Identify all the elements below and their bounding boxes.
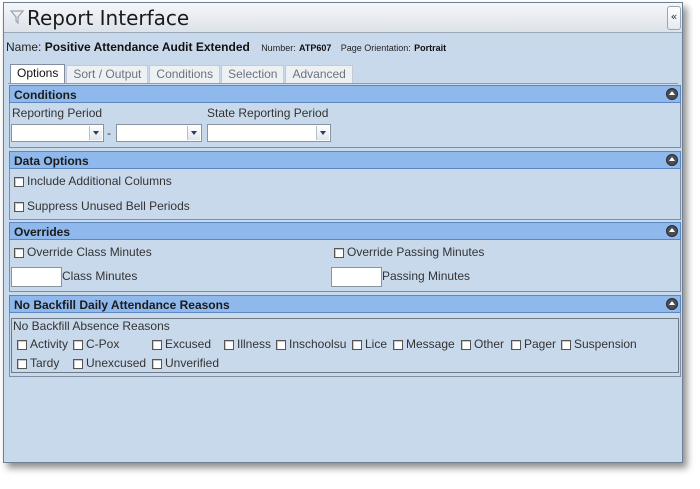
tab-divider — [8, 83, 678, 84]
chevron-down-icon — [316, 126, 329, 140]
reason-illness-checkbox[interactable] — [224, 340, 234, 350]
reporting-period-label: Reporting Period — [12, 106, 103, 120]
no-backfill-header[interactable]: No Backfill Daily Attendance Reasons — [9, 295, 681, 313]
window-title: Report Interface — [27, 6, 190, 30]
collapse-circle-icon[interactable] — [666, 225, 678, 237]
overrides-title: Overrides — [14, 225, 71, 239]
no-backfill-body: No Backfill Absence Reasons Activity C-P… — [9, 313, 681, 377]
reason-unverified-label: Unverified — [165, 356, 220, 370]
filter-funnel-icon — [10, 10, 24, 24]
reporting-period-end-select[interactable] — [116, 124, 202, 142]
page-orientation: Portrait — [414, 43, 447, 53]
reason-suspension-checkbox[interactable] — [561, 340, 571, 350]
reason-lice-checkbox[interactable] — [352, 340, 362, 350]
conditions-body: Reporting Period State Reporting Period … — [9, 103, 681, 148]
report-number-label: Number: — [261, 43, 296, 53]
override-passing-minutes-checkbox[interactable] — [334, 248, 344, 258]
collapse-circle-icon[interactable] — [666, 88, 678, 100]
reason-message-label: Message — [406, 337, 455, 351]
data-options-section: Data Options Include Additional Columns … — [9, 151, 681, 220]
collapse-panel-button[interactable]: « — [667, 6, 681, 30]
reason-pager-label: Pager — [524, 337, 557, 351]
reason-tardy-checkbox[interactable] — [17, 359, 27, 369]
overrides-section: Overrides Override Class Minutes Overrid… — [9, 222, 681, 292]
suppress-unused-bell-periods-checkbox[interactable] — [14, 202, 24, 212]
reason-excused-label: Excused — [165, 337, 212, 351]
title-bar: Report Interface « — [4, 3, 682, 33]
chevron-down-icon — [89, 126, 102, 140]
tab-sort-output[interactable]: Sort / Output — [66, 65, 149, 83]
reason-activity-checkbox[interactable] — [17, 340, 27, 350]
conditions-header[interactable]: Conditions — [9, 85, 681, 103]
reason-pager-checkbox[interactable] — [511, 340, 521, 350]
override-passing-minutes-label: Override Passing Minutes — [347, 245, 485, 259]
reason-tardy-label: Tardy — [30, 356, 60, 370]
reason-cpox-label: C-Pox — [86, 337, 120, 351]
reason-suspension-label: Suspension — [574, 337, 637, 351]
include-additional-columns-checkbox[interactable] — [14, 177, 24, 187]
reason-unexcused-checkbox[interactable] — [73, 359, 83, 369]
backfill-reasons-label: No Backfill Absence Reasons — [13, 319, 170, 333]
report-number: ATP607 — [299, 43, 332, 53]
report-name: Positive Attendance Audit Extended — [44, 40, 250, 54]
reason-excused-checkbox[interactable] — [152, 340, 162, 350]
conditions-title: Conditions — [14, 88, 77, 102]
data-options-header[interactable]: Data Options — [9, 151, 681, 169]
reason-inschoolsu-checkbox[interactable] — [276, 340, 286, 350]
tab-conditions[interactable]: Conditions — [149, 65, 221, 83]
conditions-section: Conditions Reporting Period State Report… — [9, 85, 681, 148]
reason-other-label: Other — [474, 337, 505, 351]
reason-other-checkbox[interactable] — [461, 340, 471, 350]
reporting-period-start-select[interactable] — [11, 124, 104, 142]
include-additional-columns-label: Include Additional Columns — [27, 174, 172, 188]
overrides-body: Override Class Minutes Override Passing … — [9, 240, 681, 292]
backfill-reasons-group: No Backfill Absence Reasons Activity C-P… — [11, 318, 679, 373]
reason-cpox-checkbox[interactable] — [73, 340, 83, 350]
reason-inschoolsu-label: Inschoolsu — [289, 337, 347, 351]
range-separator: - — [107, 126, 111, 140]
tab-options[interactable]: Options — [10, 64, 66, 83]
no-backfill-section: No Backfill Daily Attendance Reasons No … — [9, 295, 681, 377]
report-name-label: Name: — [6, 40, 42, 54]
reason-unverified-checkbox[interactable] — [152, 359, 162, 369]
collapse-circle-icon[interactable] — [666, 298, 678, 310]
class-minutes-input[interactable] — [11, 267, 62, 287]
tab-advanced[interactable]: Advanced — [285, 65, 353, 83]
override-class-minutes-label: Override Class Minutes — [27, 245, 152, 259]
collapse-circle-icon[interactable] — [666, 154, 678, 166]
overrides-header[interactable]: Overrides — [9, 222, 681, 240]
suppress-unused-bell-periods-label: Suppress Unused Bell Periods — [27, 199, 190, 213]
report-meta: Name: Positive Attendance Audit Extended… — [6, 40, 678, 56]
data-options-title: Data Options — [14, 154, 89, 168]
class-minutes-label: Class Minutes — [62, 269, 138, 283]
state-reporting-period-select[interactable] — [207, 124, 331, 142]
passing-minutes-label: Passing Minutes — [382, 269, 471, 283]
no-backfill-title: No Backfill Daily Attendance Reasons — [14, 298, 230, 312]
override-class-minutes-checkbox[interactable] — [14, 248, 24, 258]
reason-illness-label: Illness — [237, 337, 272, 351]
report-tabs: Options Sort / Output Conditions Selecti… — [10, 64, 354, 83]
state-reporting-period-label: State Reporting Period — [207, 106, 329, 120]
page-orientation-label: Page Orientation: — [340, 43, 411, 53]
reason-lice-label: Lice — [365, 337, 388, 351]
tab-selection[interactable]: Selection — [221, 65, 285, 83]
reason-unexcused-label: Unexcused — [86, 356, 147, 370]
data-options-body: Include Additional Columns Suppress Unus… — [9, 169, 681, 220]
reason-message-checkbox[interactable] — [393, 340, 403, 350]
passing-minutes-input[interactable] — [331, 267, 382, 287]
report-interface-window: Report Interface « Name: Positive Attend… — [3, 2, 683, 463]
reason-activity-label: Activity — [30, 337, 69, 351]
chevron-down-icon — [187, 126, 200, 140]
